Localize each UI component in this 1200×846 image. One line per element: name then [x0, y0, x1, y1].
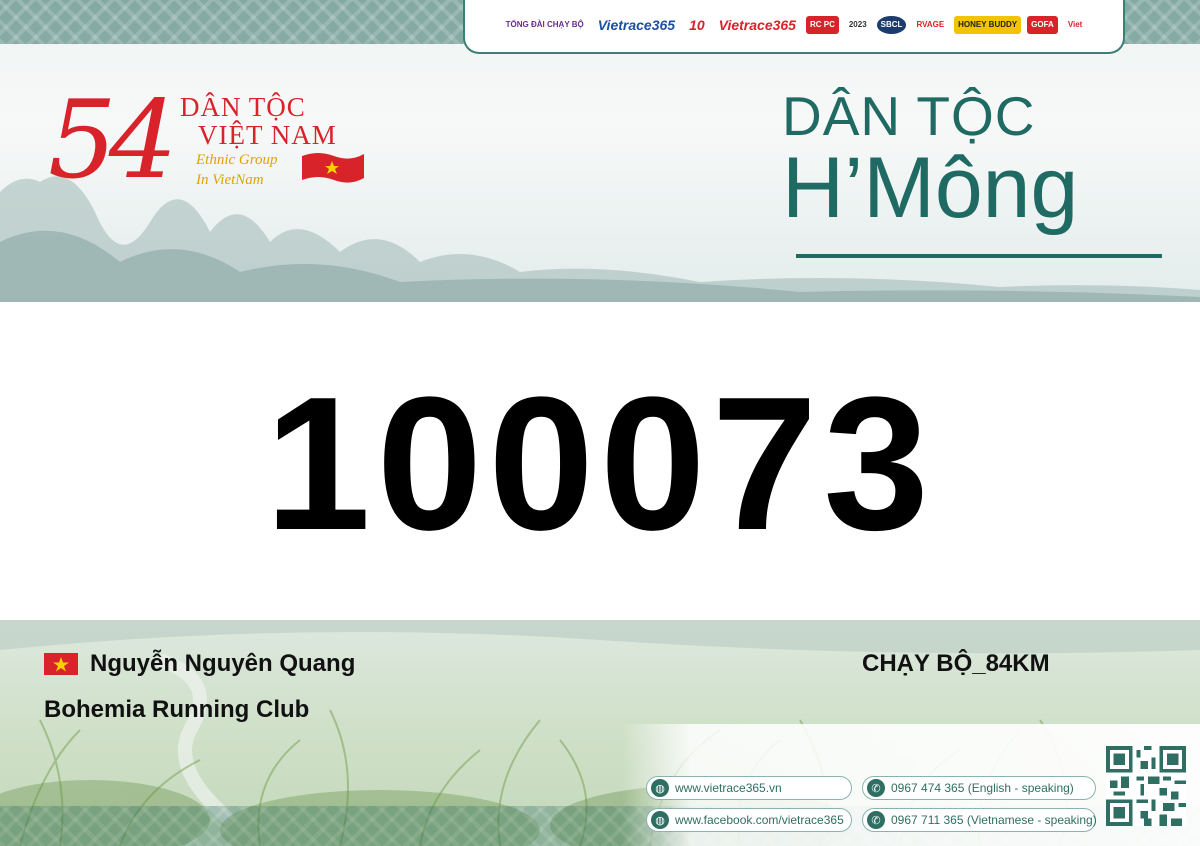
website-link[interactable]: ◍ www.vietrace365.vn — [646, 776, 852, 800]
sponsor-logo: TỔNG ĐÀI CHẠY BỘ — [505, 20, 584, 29]
phone-vietnamese-text: 0967 711 365 (Vietnamese - speaking) — [891, 813, 1097, 827]
logo-line2: VIỆT NAM — [198, 120, 337, 150]
sponsor-logo: RVAGE — [916, 20, 945, 29]
runner-name: Nguyễn Nguyên Quang — [90, 650, 356, 677]
phone-english-text: 0967 474 365 (English - speaking) — [891, 781, 1074, 795]
phone-vietnamese[interactable]: ✆ 0967 711 365 (Vietnamese - speaking) — [862, 808, 1097, 832]
runner-info: Nguyễn Nguyên Quang — [44, 650, 355, 678]
race-bib: TỔNG ĐÀI CHẠY BỘ Vietrace365 10 Vietrace… — [0, 0, 1200, 846]
sponsor-logo: RC PC — [805, 16, 839, 34]
runner-club: Bohemia Running Club — [44, 696, 310, 723]
sponsor-logo: 10 — [689, 17, 705, 33]
vn-flag-icon — [44, 653, 78, 675]
sponsor-logo: SBCL — [876, 16, 907, 34]
ethnic-title-line1: DÂN TỘC — [782, 85, 1036, 147]
sponsor-logo: GOFA — [1027, 16, 1058, 34]
ethnic-title: DÂN TỘC H’Mông — [782, 85, 1182, 258]
qr-code[interactable] — [1106, 746, 1186, 826]
sponsor-logo: Vietrace365 — [597, 17, 676, 33]
logo-line4: In VietNam — [196, 172, 264, 188]
logo-line3: Ethnic Group — [196, 152, 278, 168]
sponsor-logo: Viet — [1067, 20, 1083, 29]
sponsor-logo: HONEY BUDDY — [954, 16, 1022, 34]
phone-icon: ✆ — [867, 779, 885, 797]
ethnic-group-logo: 54 DÂN TỘC VIỆT NAM Ethnic Group In Viet… — [48, 86, 378, 216]
race-category: CHẠY BỘ_84KM — [862, 650, 1050, 677]
facebook-link[interactable]: ◍ www.facebook.com/vietrace365 — [646, 808, 852, 832]
bib-header: TỔNG ĐÀI CHẠY BỘ Vietrace365 10 Vietrace… — [0, 0, 1200, 302]
website-text: www.vietrace365.vn — [675, 781, 782, 795]
waving-flag-icon — [302, 153, 364, 183]
sponsor-logo: 2023 — [848, 20, 867, 29]
sponsor-logo: Vietrace365 — [718, 17, 796, 33]
sponsor-bar: TỔNG ĐÀI CHẠY BỘ Vietrace365 10 Vietrace… — [463, 0, 1125, 54]
logo-number: 54 — [48, 78, 177, 203]
title-underline — [796, 254, 1162, 258]
bib-footer: Nguyễn Nguyên Quang Bohemia Running Club… — [0, 620, 1200, 846]
bib-number: 100073 — [264, 358, 935, 570]
number-band: 100073 — [0, 302, 1200, 620]
globe-icon: ◍ — [651, 811, 669, 829]
logo-line1: DÂN TỘC — [180, 92, 306, 122]
phone-icon: ✆ — [867, 811, 885, 829]
phone-english[interactable]: ✆ 0967 474 365 (English - speaking) — [862, 776, 1096, 800]
globe-icon: ◍ — [651, 779, 669, 797]
facebook-text: www.facebook.com/vietrace365 — [675, 813, 844, 827]
ethnic-title-line2: H’Mông — [782, 140, 1079, 236]
